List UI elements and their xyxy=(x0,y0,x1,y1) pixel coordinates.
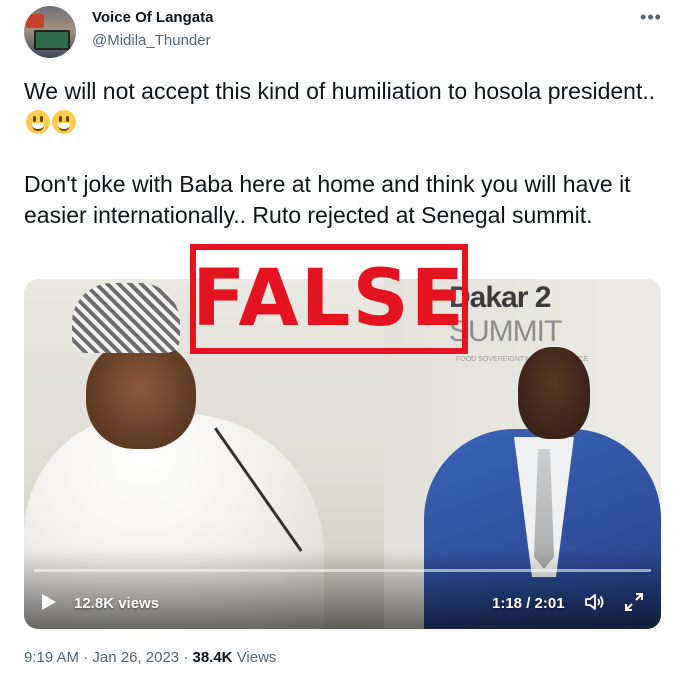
tweet-paragraph-text: We will not accept this kind of humiliat… xyxy=(24,78,656,104)
volume-button[interactable] xyxy=(584,592,606,612)
tweet-text: We will not accept this kind of humiliat… xyxy=(24,76,664,231)
false-stamp-text: FALSE xyxy=(192,254,466,344)
play-button[interactable] xyxy=(40,593,58,611)
avatar-detail xyxy=(34,30,70,50)
tweet-meta: 9:19 AM · Jan 26, 2023 · 38.4K Views xyxy=(24,649,276,666)
author-handle[interactable]: @Midila_Thunder xyxy=(92,32,211,49)
smiley-emoji-icon xyxy=(52,110,76,134)
speaker-left-face xyxy=(86,339,196,449)
separator: · xyxy=(183,649,189,666)
fullscreen-button[interactable] xyxy=(624,592,644,612)
tweet-views-label: Views xyxy=(236,649,277,666)
play-icon xyxy=(42,594,56,610)
controls-gradient xyxy=(24,549,661,629)
volume-icon xyxy=(585,594,604,610)
speaker-left-cap xyxy=(72,283,180,353)
tweet-time: 9:19 AM xyxy=(24,649,80,666)
tweet-views-count: 38.4K xyxy=(192,649,233,666)
more-horizontal-icon: ••• xyxy=(640,6,662,27)
author-display-name[interactable]: Voice Of Langata xyxy=(92,9,213,26)
speaker-right-face xyxy=(518,347,590,439)
tweet-paragraph: Don't joke with Baba here at home and th… xyxy=(24,171,631,228)
video-time: 1:18 / 2:01 xyxy=(492,595,565,612)
tweet-time-link[interactable]: 9:19 AM · Jan 26, 2023 xyxy=(24,649,179,666)
smiley-emoji-icon xyxy=(26,110,50,134)
video-progress-bar[interactable] xyxy=(34,569,651,572)
tweet-date: Jan 26, 2023 xyxy=(92,649,180,666)
false-stamp: FALSE xyxy=(190,244,468,354)
more-options-button[interactable]: ••• xyxy=(636,6,666,28)
fullscreen-icon xyxy=(625,593,643,611)
avatar-detail xyxy=(26,14,44,28)
avatar[interactable] xyxy=(24,6,76,58)
separator: · xyxy=(83,649,89,666)
tweet-paragraph: We will not accept this kind of humiliat… xyxy=(24,76,664,138)
video-view-count: 12.8K views xyxy=(74,595,160,612)
tweet: Voice Of Langata @Midila_Thunder ••• We … xyxy=(0,0,689,677)
